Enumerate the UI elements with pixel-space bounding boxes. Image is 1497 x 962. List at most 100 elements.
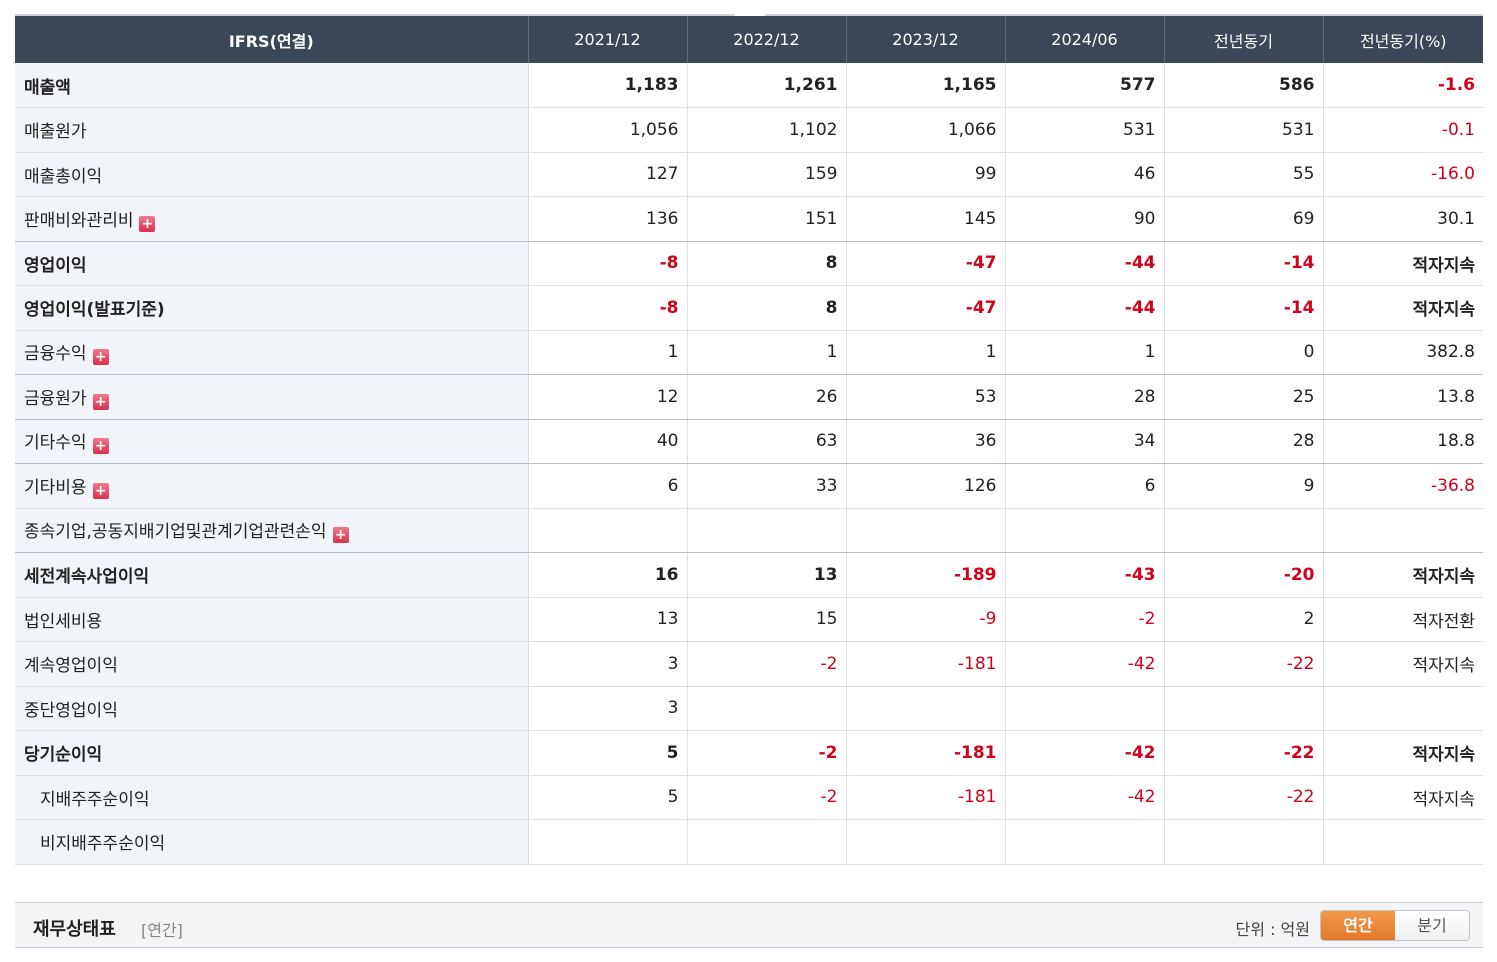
row-label: 매출액 xyxy=(24,77,71,98)
cell-prev-period-pct: 적자지속 xyxy=(1323,730,1483,776)
expand-plus-icon[interactable]: + xyxy=(92,438,109,455)
cell-2022-12 xyxy=(687,819,847,865)
cell-2023-12: -181 xyxy=(846,730,1006,776)
cell-prev-period: -22 xyxy=(1164,641,1324,687)
cell-2021-12: 5 xyxy=(528,775,688,820)
row-label: 법인세비용 xyxy=(24,611,103,632)
cell-2021-12: -8 xyxy=(528,241,688,286)
row-label: 매출총이익 xyxy=(24,166,103,187)
cell-2023-12: 1,066 xyxy=(846,107,1006,153)
cell-prev-period: -20 xyxy=(1164,552,1324,598)
table-row: 세전계속사업이익 16 13 -189 -43 -20 적자지속 xyxy=(15,552,1483,598)
row-label: 금융수익 xyxy=(24,344,87,365)
cell-2021-12: -8 xyxy=(528,285,688,331)
cell-2021-12: 1 xyxy=(528,330,688,375)
row-label-cell: 법인세비용 xyxy=(15,597,529,642)
cell-prev-period xyxy=(1164,819,1324,865)
cell-2021-12: 6 xyxy=(528,463,688,509)
cell-2024-06: -43 xyxy=(1005,552,1165,598)
row-label-cell[interactable]: 금융수익 + xyxy=(15,330,529,375)
cell-2022-12: 33 xyxy=(687,463,847,509)
expand-plus-icon[interactable]: + xyxy=(139,215,156,232)
cell-2023-12: -47 xyxy=(846,241,1006,286)
header-2023-12: 2023/12 xyxy=(846,16,1006,63)
table-row: 당기순이익 5 -2 -181 -42 -22 적자지속 xyxy=(15,730,1483,776)
cell-2021-12: 127 xyxy=(528,152,688,197)
row-label-cell: 영업이익 xyxy=(15,241,529,286)
income-statement-table: IFRS(연결) 2021/12 2022/12 2023/12 2024/06… xyxy=(15,16,1483,865)
table-row: 계속영업이익 3 -2 -181 -42 -22 적자지속 xyxy=(15,641,1483,687)
row-label-cell[interactable]: 금융원가 + xyxy=(15,374,529,420)
cell-2022-12: -2 xyxy=(687,641,847,687)
table-row: 금융원가 +12 26 53 28 25 13.8 xyxy=(15,374,1483,420)
expand-plus-icon[interactable]: + xyxy=(332,527,349,544)
row-label: 기타비용 xyxy=(24,477,87,498)
header-prev-period-pct: 전년동기(%) xyxy=(1323,16,1483,63)
cell-2023-12: -47 xyxy=(846,285,1006,331)
unit-label: 단위 : 억원 xyxy=(1235,920,1310,939)
cell-2022-12: 1 xyxy=(687,330,847,375)
cell-2024-06: -2 xyxy=(1005,597,1165,642)
row-label-cell[interactable]: 기타수익 + xyxy=(15,419,529,464)
cell-2022-12: 8 xyxy=(687,241,847,286)
row-label-cell[interactable]: 판매비와관리비 + xyxy=(15,196,529,242)
cell-2021-12: 5 xyxy=(528,730,688,776)
cell-2021-12: 1,056 xyxy=(528,107,688,153)
cell-2022-12: 63 xyxy=(687,419,847,464)
cell-2021-12: 3 xyxy=(528,686,688,731)
cell-2021-12 xyxy=(528,819,688,865)
expand-plus-icon[interactable]: + xyxy=(92,482,109,499)
balance-sheet-section-bar: 재무상태표 [연간] 단위 : 억원 연간 분기 xyxy=(15,902,1483,948)
cell-2024-06: -42 xyxy=(1005,775,1165,820)
annual-toggle-button[interactable]: 연간 xyxy=(1321,911,1395,940)
cell-prev-period xyxy=(1164,508,1324,553)
row-label-cell: 매출총이익 xyxy=(15,152,529,197)
table-row: 영업이익 -8 8 -47 -44 -14 적자지속 xyxy=(15,241,1483,286)
row-label-cell[interactable]: 종속기업,공동지배기업및관계기업관련손익 + xyxy=(15,508,529,553)
cell-2021-12: 3 xyxy=(528,641,688,687)
row-label-cell: 지배주주순이익 xyxy=(15,775,529,820)
section-title: 재무상태표 xyxy=(33,919,116,940)
table-row: 법인세비용 13 15 -9 -2 2 적자전환 xyxy=(15,597,1483,642)
cell-2024-06: -44 xyxy=(1005,285,1165,331)
cell-prev-period-pct: 30.1 xyxy=(1323,196,1483,242)
cell-2023-12: 1 xyxy=(846,330,1006,375)
cell-prev-period: 2 xyxy=(1164,597,1324,642)
row-label: 지배주주순이익 xyxy=(40,789,150,810)
row-label: 영업이익(발표기준) xyxy=(24,300,165,321)
cell-2021-12: 136 xyxy=(528,196,688,242)
cell-prev-period: -22 xyxy=(1164,730,1324,776)
row-label: 매출원가 xyxy=(24,122,87,143)
cell-prev-period-pct: 적자지속 xyxy=(1323,775,1483,820)
cell-2023-12 xyxy=(846,686,1006,731)
cell-2024-06: 28 xyxy=(1005,374,1165,420)
cell-prev-period: -14 xyxy=(1164,241,1324,286)
cell-2022-12: 15 xyxy=(687,597,847,642)
cell-prev-period: -14 xyxy=(1164,285,1324,331)
cell-2023-12: 99 xyxy=(846,152,1006,197)
row-label: 기타수익 xyxy=(24,433,87,454)
cell-2024-06: 1 xyxy=(1005,330,1165,375)
row-label: 판매비와관리비 xyxy=(24,210,134,231)
expand-plus-icon[interactable]: + xyxy=(92,393,109,410)
row-label-cell: 영업이익(발표기준) xyxy=(15,285,529,331)
cell-2023-12 xyxy=(846,508,1006,553)
row-label-cell: 당기순이익 xyxy=(15,730,529,776)
header-2022-12: 2022/12 xyxy=(687,16,847,63)
cell-2022-12: 1,261 xyxy=(687,63,847,108)
cell-prev-period: -22 xyxy=(1164,775,1324,820)
cell-prev-period xyxy=(1164,686,1324,731)
cell-2024-06: -44 xyxy=(1005,241,1165,286)
cell-2024-06: 577 xyxy=(1005,63,1165,108)
row-label: 비지배주주순이익 xyxy=(40,834,166,855)
cell-prev-period-pct: 18.8 xyxy=(1323,419,1483,464)
expand-plus-icon[interactable]: + xyxy=(92,349,109,366)
cell-2024-06: 90 xyxy=(1005,196,1165,242)
cell-2023-12: 36 xyxy=(846,419,1006,464)
cell-prev-period-pct: 적자지속 xyxy=(1323,285,1483,331)
quarter-toggle-button[interactable]: 분기 xyxy=(1395,911,1469,940)
table-row: 기타수익 +40 63 36 34 28 18.8 xyxy=(15,419,1483,464)
row-label-cell: 매출원가 xyxy=(15,107,529,153)
row-label-cell[interactable]: 기타비용 + xyxy=(15,463,529,509)
table-row: 비지배주주순이익 xyxy=(15,819,1483,865)
